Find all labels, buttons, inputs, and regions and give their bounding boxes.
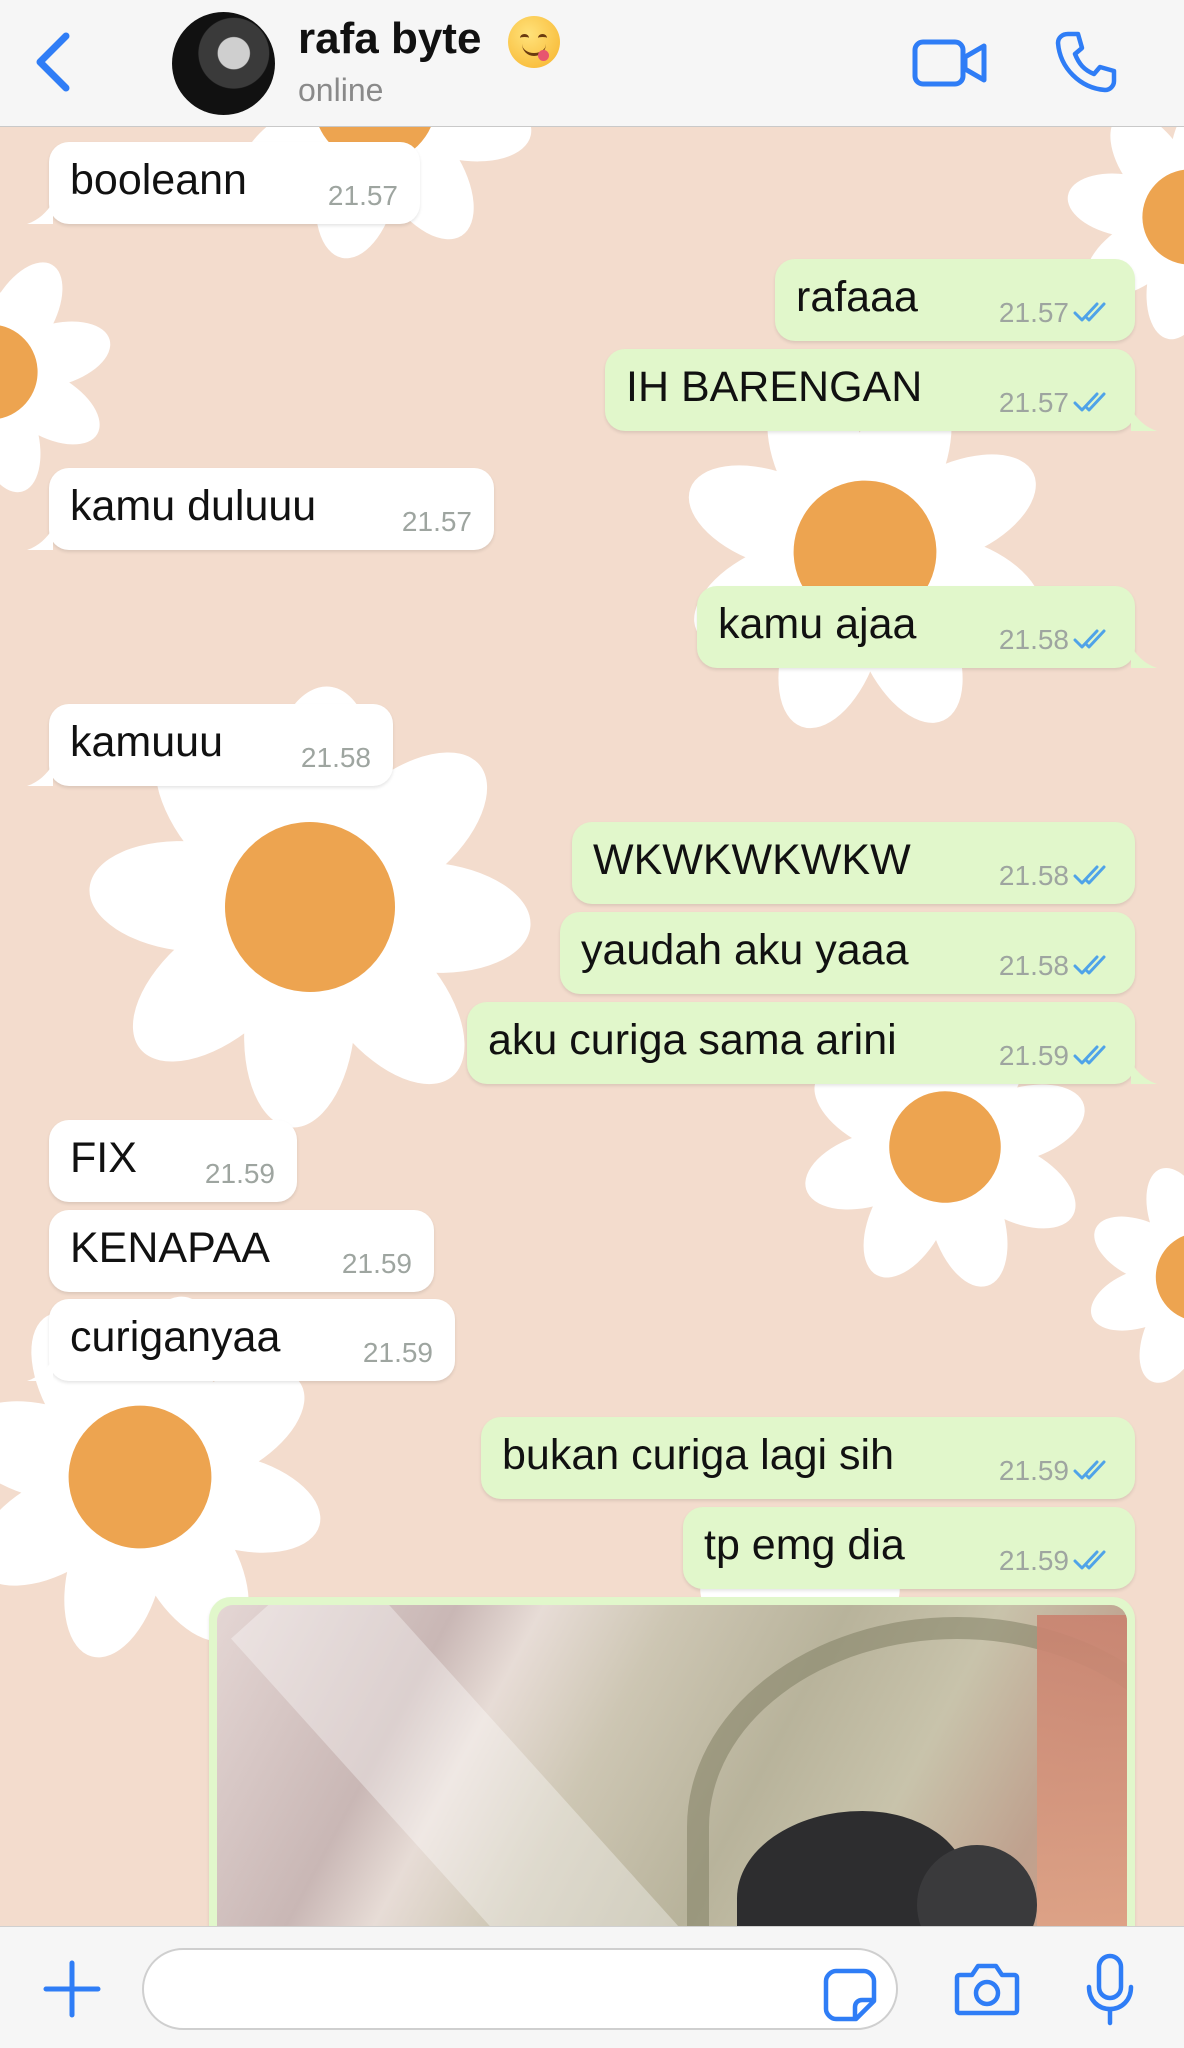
- message-bubble-incoming[interactable]: curiganyaa 21.59: [27, 1299, 455, 1381]
- message-input[interactable]: [142, 1948, 898, 2030]
- back-button[interactable]: [30, 28, 80, 98]
- chat-header: rafa byte online: [0, 0, 1184, 127]
- microphone-icon: [1086, 1953, 1134, 2026]
- bubble-tail: [27, 764, 53, 786]
- camera-button[interactable]: [954, 1961, 1020, 2017]
- message-bubble-outgoing[interactable]: WKWKWKWKW 21.58: [572, 822, 1135, 904]
- message-bubble-outgoing[interactable]: aku curiga sama arini 21.59: [467, 1002, 1157, 1084]
- video-call-button[interactable]: [912, 38, 988, 88]
- message-bubble-outgoing[interactable]: bukan curiga lagi sih 21.59: [481, 1417, 1135, 1499]
- sticker-icon: [823, 1968, 877, 2022]
- plus-icon: [43, 1960, 101, 2018]
- message-time: 21.58: [998, 860, 1069, 891]
- message-bubble-outgoing[interactable]: rafaaa 21.57: [775, 259, 1135, 341]
- read-receipt-icon: [1073, 955, 1106, 975]
- message-input-bar: [0, 1926, 1184, 2048]
- message-text: yaudah aku yaaa: [581, 926, 909, 974]
- yum-emoji-icon: [508, 16, 560, 68]
- message-text: rafaaa: [796, 273, 918, 321]
- read-receipt-icon: [1073, 1550, 1106, 1570]
- message-text: IH BARENGAN: [626, 363, 923, 411]
- message-bubble-incoming[interactable]: FIX 21.59: [49, 1120, 297, 1202]
- voice-call-button[interactable]: [1054, 30, 1118, 94]
- message-text: FIX: [70, 1134, 137, 1182]
- message-time: 21.59: [998, 1455, 1069, 1486]
- attach-button[interactable]: [40, 1957, 104, 2021]
- photo-thumbnail[interactable]: [217, 1605, 1127, 1937]
- read-receipt-icon: [1073, 865, 1106, 885]
- avatar[interactable]: [172, 12, 275, 115]
- message-time: 21.57: [401, 506, 472, 537]
- message-time: 21.59: [341, 1248, 412, 1279]
- message-text: kamu duluuu: [70, 482, 317, 530]
- message-text: kamuuu: [70, 718, 223, 766]
- video-camera-icon: [912, 39, 987, 87]
- message-text: kamu ajaa: [718, 600, 917, 648]
- message-bubble-outgoing[interactable]: IH BARENGAN 21.57: [605, 349, 1157, 431]
- read-receipt-icon: [1073, 392, 1106, 412]
- bubble-tail: [27, 202, 53, 224]
- camera-icon: [954, 1963, 1020, 2016]
- bubble-tail: [1131, 409, 1157, 431]
- contact-status: online: [298, 72, 384, 108]
- message-bubble-incoming[interactable]: booleann 21.57: [27, 142, 420, 224]
- bubble-tail: [27, 528, 53, 550]
- message-text: aku curiga sama arini: [488, 1016, 897, 1064]
- message-text: curiganyaa: [70, 1313, 281, 1361]
- microphone-button[interactable]: [1084, 1953, 1136, 2027]
- contact-name[interactable]: rafa byte: [298, 14, 481, 64]
- message-time: 21.59: [204, 1158, 275, 1189]
- media-message-bubble[interactable]: [209, 1597, 1135, 1937]
- message-text: KENAPAA: [70, 1224, 270, 1272]
- message-time: 21.58: [998, 624, 1069, 655]
- message-time: 21.58: [998, 950, 1069, 981]
- message-time: 21.57: [998, 297, 1069, 328]
- photo-detail: [231, 1605, 683, 1937]
- bubble-tail: [1131, 1062, 1157, 1084]
- message-bubble-outgoing[interactable]: kamu ajaa 21.58: [697, 586, 1157, 668]
- bubble-tail: [1131, 646, 1157, 668]
- message-time: 21.59: [998, 1040, 1069, 1071]
- message-time: 21.59: [362, 1337, 433, 1368]
- read-receipt-icon: [1073, 1460, 1106, 1480]
- chevron-left-icon: [36, 32, 70, 92]
- message-bubble-incoming[interactable]: kamu duluuu 21.57: [27, 468, 494, 550]
- message-time: 21.57: [327, 180, 398, 211]
- message-time: 21.57: [998, 387, 1069, 418]
- message-text: tp emg dia: [704, 1521, 905, 1569]
- message-bubble-outgoing[interactable]: yaudah aku yaaa 21.58: [560, 912, 1135, 994]
- message-time: 21.58: [300, 742, 371, 773]
- message-bubble-incoming[interactable]: KENAPAA 21.59: [49, 1210, 434, 1292]
- bubble-tail: [27, 1359, 53, 1381]
- read-receipt-icon: [1073, 1045, 1106, 1065]
- message-bubble-outgoing[interactable]: tp emg dia 21.59: [683, 1507, 1135, 1589]
- read-receipt-icon: [1073, 302, 1106, 322]
- message-text: WKWKWKWKW: [593, 836, 911, 884]
- read-receipt-icon: [1073, 629, 1106, 649]
- message-text: bukan curiga lagi sih: [502, 1431, 895, 1479]
- message-text: booleann: [70, 156, 247, 204]
- message-bubble-incoming[interactable]: kamuuu 21.58: [27, 704, 393, 786]
- message-time: 21.59: [998, 1545, 1069, 1576]
- sticker-button[interactable]: [822, 1967, 878, 2023]
- photo-detail: [1037, 1615, 1127, 1937]
- phone-icon: [1055, 31, 1117, 93]
